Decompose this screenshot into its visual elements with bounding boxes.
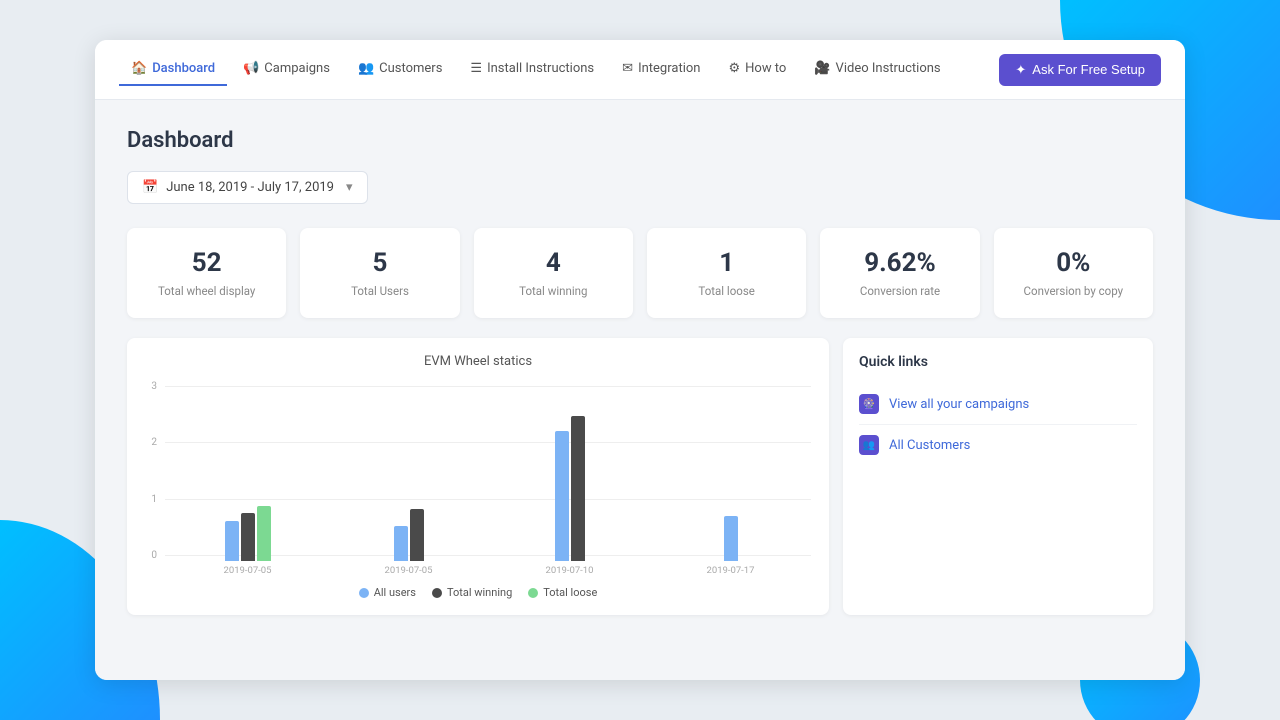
- bar-3-blue: [724, 516, 738, 561]
- stat-card-winning: 4 Total winning: [474, 228, 633, 318]
- chart-x-labels: 2019-07-05 2019-07-05 2019-07-10 2019-07…: [167, 565, 811, 576]
- stat-label-conv-rate: Conversion rate: [836, 284, 963, 298]
- x-label-0: 2019-07-05: [167, 565, 328, 576]
- stat-value-winning: 4: [490, 248, 617, 278]
- calendar-icon: 📅: [142, 180, 158, 195]
- stat-card-users: 5 Total Users: [300, 228, 459, 318]
- nav-item-integration[interactable]: ✉ Integration: [610, 53, 712, 86]
- bar-2-dark: [571, 416, 585, 561]
- nav-bar: 🏠 Dashboard 📢 Campaigns 👥 Customers ☰ In…: [95, 40, 1185, 100]
- nav-item-howto[interactable]: ⚙ How to: [716, 53, 798, 86]
- chart-legend: All users Total winning Total loose: [145, 586, 811, 599]
- stat-card-conversion-copy: 0% Conversion by copy: [994, 228, 1153, 318]
- customers-icon: 👥: [358, 61, 374, 76]
- legend-total-loose: Total loose: [528, 586, 597, 599]
- stat-label-loose: Total loose: [663, 284, 790, 298]
- quick-link-customers[interactable]: 👥 All Customers: [859, 425, 1137, 465]
- bar-group-2: [489, 416, 650, 561]
- quick-links-card: Quick links 🎡 View all your campaigns 👥 …: [843, 338, 1153, 615]
- campaigns-icon: 📢: [243, 61, 259, 76]
- grid-label-3: 3: [145, 381, 157, 392]
- grid-label-0: 0: [145, 550, 157, 561]
- stat-label-users: Total Users: [316, 284, 443, 298]
- x-label-3: 2019-07-17: [650, 565, 811, 576]
- bar-1-blue: [394, 526, 408, 561]
- chart-area: 3 2 1 0: [145, 381, 811, 561]
- bar-1-dark: [410, 509, 424, 561]
- customers-link-icon: 👥: [859, 435, 879, 455]
- nav-item-customers[interactable]: 👥 Customers: [346, 53, 454, 86]
- nav-item-dashboard[interactable]: 🏠 Dashboard: [119, 53, 227, 86]
- stat-value-conv-rate: 9.62%: [836, 248, 963, 278]
- page-content: Dashboard 📅 June 18, 2019 - July 17, 201…: [95, 100, 1185, 680]
- bar-group-0: [167, 506, 328, 561]
- dashboard-icon: 🏠: [131, 61, 147, 76]
- grid-label-1: 1: [145, 494, 157, 505]
- howto-icon: ⚙: [728, 61, 740, 76]
- legend-dot-dark: [432, 588, 442, 598]
- legend-all-users: All users: [359, 586, 416, 599]
- chart-card: EVM Wheel statics 3 2 1: [127, 338, 829, 615]
- install-icon: ☰: [470, 61, 482, 76]
- chart-title: EVM Wheel statics: [145, 354, 811, 369]
- bar-2-blue: [555, 431, 569, 561]
- grid-label-2: 2: [145, 437, 157, 448]
- bar-group-1: [328, 509, 489, 561]
- legend-dot-blue: [359, 588, 369, 598]
- bar-0-green: [257, 506, 271, 561]
- campaigns-link-icon: 🎡: [859, 394, 879, 414]
- legend-label-dark: Total winning: [447, 586, 512, 599]
- customers-link-label: All Customers: [889, 438, 970, 453]
- grid-line-3: 3: [145, 381, 811, 392]
- ask-free-setup-button[interactable]: ✦ Ask For Free Setup: [999, 54, 1161, 86]
- bar-0-dark: [241, 513, 255, 561]
- legend-total-winning: Total winning: [432, 586, 512, 599]
- bar-group-3: [650, 516, 811, 561]
- stat-label-winning: Total winning: [490, 284, 617, 298]
- nav-item-install[interactable]: ☰ Install Instructions: [458, 53, 606, 86]
- nav-item-campaigns[interactable]: 📢 Campaigns: [231, 53, 342, 86]
- quick-link-campaigns[interactable]: 🎡 View all your campaigns: [859, 384, 1137, 425]
- x-label-1: 2019-07-05: [328, 565, 489, 576]
- stat-card-loose: 1 Total loose: [647, 228, 806, 318]
- quick-links-title: Quick links: [859, 354, 1137, 370]
- integration-icon: ✉: [622, 61, 633, 76]
- date-range-picker[interactable]: 📅 June 18, 2019 - July 17, 2019 ▾: [127, 171, 368, 204]
- legend-label-green: Total loose: [543, 586, 597, 599]
- caret-icon: ▾: [346, 180, 353, 195]
- stat-value-loose: 1: [663, 248, 790, 278]
- date-range-text: June 18, 2019 - July 17, 2019: [166, 180, 334, 195]
- ask-btn-icon: ✦: [1015, 62, 1026, 78]
- stat-value-users: 5: [316, 248, 443, 278]
- main-card: 🏠 Dashboard 📢 Campaigns 👥 Customers ☰ In…: [95, 40, 1185, 680]
- legend-label-blue: All users: [374, 586, 416, 599]
- x-label-2: 2019-07-10: [489, 565, 650, 576]
- stats-row: 52 Total wheel display 5 Total Users 4 T…: [127, 228, 1153, 318]
- bar-0-blue: [225, 521, 239, 561]
- video-icon: 🎥: [814, 61, 830, 76]
- stat-value-conv-copy: 0%: [1010, 248, 1137, 278]
- stat-card-wheel-display: 52 Total wheel display: [127, 228, 286, 318]
- stat-value-wheel: 52: [143, 248, 270, 278]
- campaigns-link-label: View all your campaigns: [889, 397, 1029, 412]
- chart-bars: [167, 406, 811, 561]
- stat-card-conversion-rate: 9.62% Conversion rate: [820, 228, 979, 318]
- grid-line-3-bar: [165, 386, 811, 387]
- main-content-row: EVM Wheel statics 3 2 1: [127, 338, 1153, 615]
- nav-item-video[interactable]: 🎥 Video Instructions: [802, 53, 952, 86]
- legend-dot-green: [528, 588, 538, 598]
- stat-label-wheel: Total wheel display: [143, 284, 270, 298]
- page-title: Dashboard: [127, 128, 1153, 153]
- stat-label-conv-copy: Conversion by copy: [1010, 284, 1137, 298]
